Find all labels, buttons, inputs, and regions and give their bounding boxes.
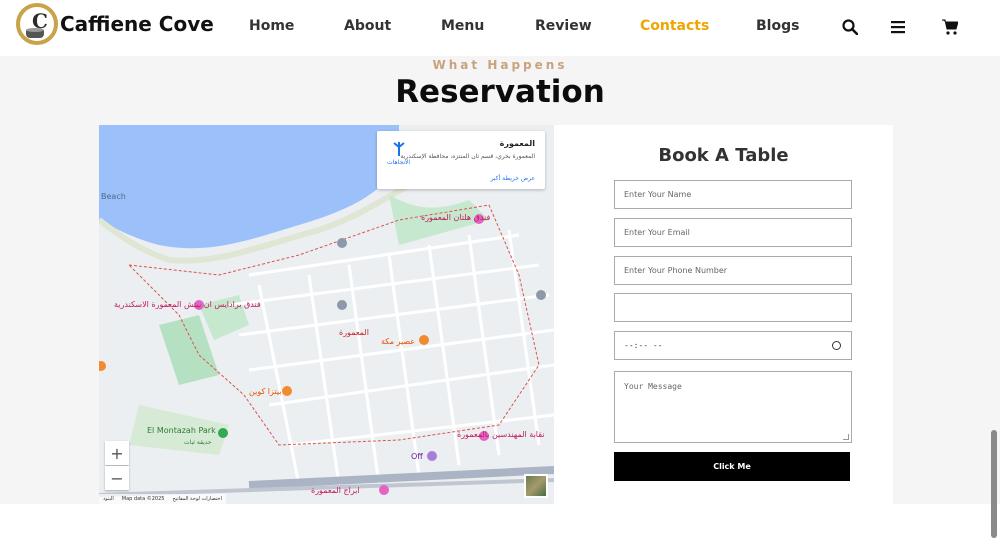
phone-input[interactable]: Enter Your Phone Number	[614, 256, 852, 285]
coffee-cup-logo-icon: C	[16, 2, 58, 46]
map-label-park-ar: حديقة ثبات	[184, 439, 212, 446]
larger-map-link[interactable]: عرض خريطة أكبر	[491, 175, 535, 182]
page-footer-band	[0, 504, 1000, 549]
message-textarea[interactable]: Your Message	[614, 371, 852, 443]
map-label-district: المعمورة	[339, 328, 369, 337]
clock-icon[interactable]	[832, 341, 841, 350]
map-attribution: البنود Map data ©2025 اختصارات لوحة المف…	[99, 494, 226, 504]
map-label-towers: ابراج المعمورة	[311, 486, 360, 495]
zoom-in-button[interactable]: +	[105, 441, 129, 465]
page-scrollbar[interactable]	[991, 430, 997, 538]
message-placeholder: Your Message	[624, 382, 682, 391]
map-label-engineers: نقابة المهندسين بالمعمورة	[457, 430, 545, 439]
map-place-card: الاتجاهات المعمورة المعمورة بحري، قسم ثا…	[377, 131, 545, 189]
embedded-map[interactable]: Beach فندق هلتان المعمورة فندق برادايس ا…	[99, 125, 554, 504]
search-icon[interactable]	[840, 17, 860, 37]
map-label-juice: عصير مكة	[381, 337, 416, 346]
section-title: Reservation	[395, 74, 605, 110]
map-label-paradise: فندق برادايس ان بيتش المعمورة الاسكندرية	[114, 300, 261, 309]
nav-home-link[interactable]: Home	[249, 18, 294, 34]
nav-menu-link[interactable]: Menu	[441, 18, 484, 34]
booking-form-card: Book A Table Enter Your Name Enter Your …	[554, 125, 893, 504]
map-label-off: Off	[411, 452, 423, 461]
email-input[interactable]: Enter Your Email	[614, 218, 852, 247]
map-label-park: El Montazah Park	[147, 426, 216, 435]
section-eyebrow: What Happens	[432, 58, 568, 72]
zoom-out-button[interactable]: −	[105, 466, 129, 490]
map-place-address: المعمورة بحري، قسم ثان المنتزه، محافظة ا…	[400, 153, 535, 160]
menu-icon[interactable]	[888, 17, 908, 37]
nav-blogs-link[interactable]: Blogs	[756, 18, 799, 34]
resize-grip-icon[interactable]	[843, 434, 849, 440]
map-place-title: المعمورة	[499, 139, 535, 148]
svg-text:C: C	[32, 9, 48, 33]
nav-contacts-link[interactable]: Contacts	[640, 18, 709, 34]
time-input[interactable]: --:-- --	[614, 331, 852, 360]
submit-button[interactable]: Click Me	[614, 452, 850, 481]
satellite-toggle-button[interactable]	[524, 474, 548, 498]
name-input[interactable]: Enter Your Name	[614, 180, 852, 209]
map-label-pizza: بيتزا كوين	[249, 387, 282, 396]
attribution-shortcuts[interactable]: اختصارات لوحة المفاتيح	[172, 496, 221, 502]
nav-review-link[interactable]: Review	[535, 18, 592, 34]
map-label-hilton: فندق هلتان المعمورة	[421, 213, 491, 222]
attribution-mapdata: Map data ©2025	[121, 496, 165, 502]
attribution-terms[interactable]: البنود	[103, 496, 114, 502]
cart-icon[interactable]	[940, 17, 960, 37]
nav-about-link[interactable]: About	[344, 18, 391, 34]
brand-name: Caffiene Cove	[60, 12, 214, 36]
time-input-value: --:-- --	[624, 341, 663, 350]
brand-logo[interactable]: C Caffiene Cove	[16, 2, 214, 46]
navbar: C Caffiene Cove Home About Menu Review C…	[0, 0, 1000, 56]
map-label-beach: Beach	[101, 192, 126, 201]
directions-label[interactable]: الاتجاهات	[387, 159, 410, 166]
form-title: Book A Table	[658, 145, 789, 166]
date-input[interactable]	[614, 293, 852, 322]
